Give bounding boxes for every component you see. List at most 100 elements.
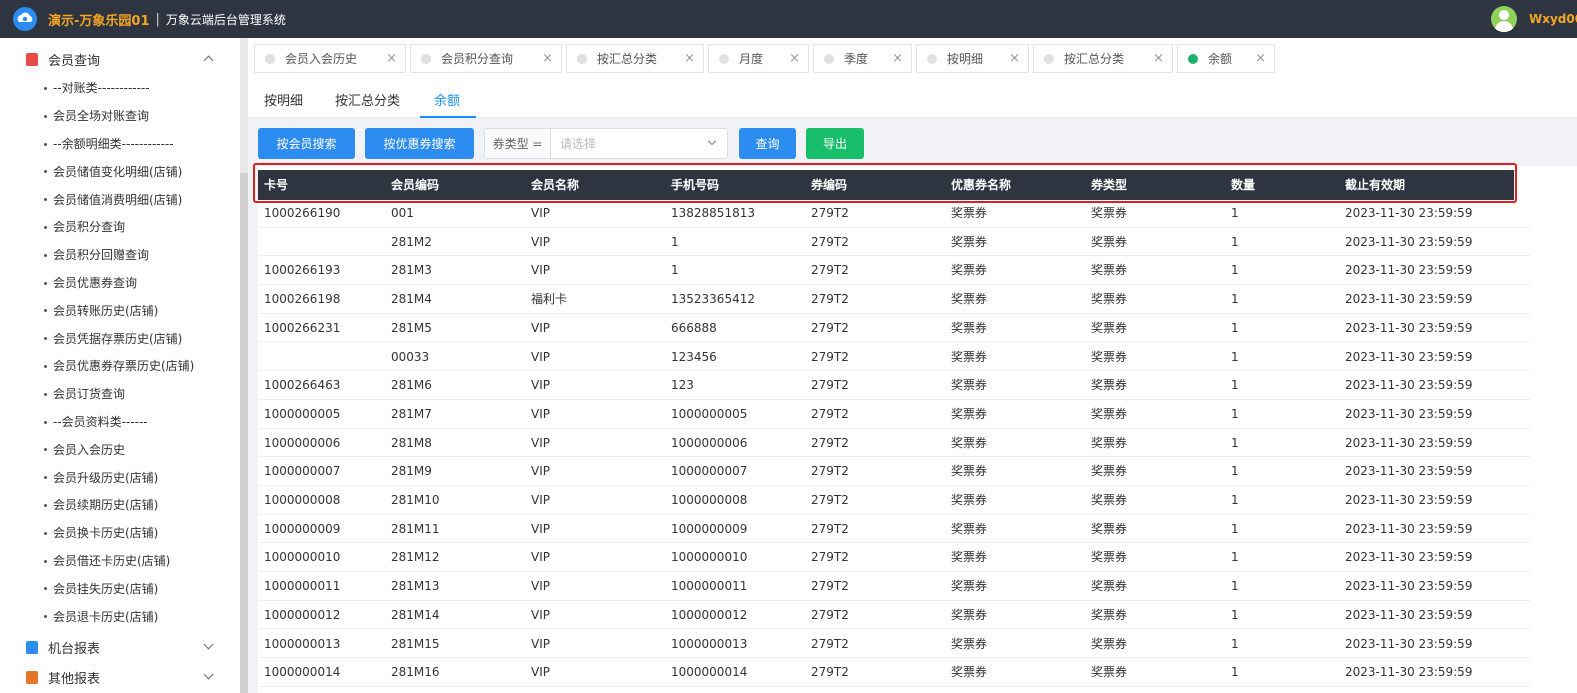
coupon-type-placeholder[interactable]: 请选择 — [560, 135, 596, 152]
table-row[interactable]: 1000000008 281M10 VIP 1000000008 279T2 奖票券 奖票券… — [258, 486, 1530, 515]
table-cell: 奖票券 — [1091, 435, 1128, 450]
app-name[interactable]: 演示-万象乐园01 — [48, 10, 150, 29]
sidebar-item[interactable]: 会员升级历史(店铺) — [0, 463, 240, 491]
page-tab[interactable]: 按汇总分类 × — [566, 44, 704, 73]
page-tab[interactable]: 余额 × — [1177, 44, 1275, 73]
table-cell: 1000266231 — [264, 320, 341, 335]
sidebar-item[interactable]: --余额明细类------------ — [0, 130, 240, 158]
sidebar-item[interactable]: 会员换卡历史(店铺) — [0, 519, 240, 547]
close-icon[interactable]: × — [789, 51, 800, 66]
close-icon[interactable]: × — [1009, 51, 1020, 66]
table-cell: 2023-11-30 23:59:59 — [1345, 607, 1473, 622]
sidebar-item[interactable]: 会员退卡历史(店铺) — [0, 602, 240, 630]
chevron-down-icon[interactable] — [203, 639, 214, 650]
table-row[interactable]: 1000000013 281M15 VIP 1000000013 279T2 奖票券 奖票券… — [258, 630, 1530, 659]
table-row[interactable]: 1000000011 281M13 VIP 1000000011 279T2 奖票券 奖票券… — [258, 572, 1530, 601]
table-row[interactable]: 1000000007 281M9 VIP 1000000007 279T2 奖票券 奖票券 1… — [258, 457, 1530, 486]
page-tab[interactable]: 会员积分查询 × — [410, 44, 562, 73]
sidebar-item[interactable]: 会员续期历史(店铺) — [0, 491, 240, 519]
sidebar-item[interactable]: 会员储值变化明细(店铺) — [0, 157, 240, 185]
table-cell: VIP — [531, 493, 550, 507]
sidebar-item[interactable]: 会员优惠券存票历史(店铺) — [0, 352, 240, 380]
sidebar-item[interactable]: 会员订货查询 — [0, 380, 240, 408]
sidebar-group-other-report[interactable]: 其他报表 — [0, 663, 240, 691]
table-row[interactable]: 1000000014 281M16 VIP 1000000014 279T2 奖票券 奖票券… — [258, 658, 1530, 687]
table-cell: 1000000013 — [264, 636, 341, 651]
table-cell: 00033 — [391, 349, 430, 364]
coupon-type-select[interactable]: 券类型 = 请选择 — [484, 128, 728, 159]
username[interactable]: Wxyd000 — [1529, 12, 1577, 26]
table-cell: 奖票券 — [951, 636, 988, 651]
sidebar-item[interactable]: 会员全场对账查询 — [0, 102, 240, 130]
close-icon[interactable]: × — [1153, 51, 1164, 66]
sidebar-item[interactable]: 会员储值消费明细(店铺) — [0, 185, 240, 213]
table-cell: 奖票券 — [951, 406, 988, 421]
sidebar-item[interactable]: 会员入会历史 — [0, 435, 240, 463]
sidebar-group-member-query[interactable]: 会员查询 — [0, 45, 240, 73]
table-cell: VIP — [531, 206, 550, 220]
table-cell: 281M16 — [391, 665, 440, 680]
table-row[interactable]: 1000266193 281M3 VIP 1 279T2 奖票券 奖票券 1 2023-11-3… — [258, 256, 1530, 286]
table-cell: 2023-11-30 23:59:59 — [1345, 320, 1473, 335]
table-cell: 1 — [1231, 234, 1239, 249]
sidebar-item[interactable]: 会员转账历史(店铺) — [0, 296, 240, 324]
table-cell: 1000000006 — [264, 435, 341, 450]
system-title: 万象云端后台管理系统 — [165, 12, 286, 27]
chevron-up-icon[interactable] — [203, 55, 214, 66]
page-tab[interactable]: 会员入会历史 × — [254, 44, 406, 73]
sidebar-item-label: 会员优惠券查询 — [53, 275, 138, 290]
sidebar-item[interactable]: 会员积分查询 — [0, 213, 240, 241]
table-cell: 奖票券 — [951, 665, 988, 680]
tab-label: 按汇总分类 — [1064, 52, 1125, 66]
table-cell: 奖票券 — [1091, 349, 1128, 364]
table-row[interactable]: 1000000009 281M11 VIP 1000000009 279T2 奖票券 奖票券… — [258, 515, 1530, 544]
page-tab[interactable]: 月度 × — [708, 44, 809, 73]
table-row[interactable]: 1000000006 281M8 VIP 1000000006 279T2 奖票券 奖票券 1… — [258, 429, 1530, 458]
query-button[interactable]: 查询 — [739, 128, 796, 159]
export-button[interactable]: 导出 — [806, 128, 864, 159]
sidebar-item[interactable]: --对账类------------ — [0, 74, 240, 102]
table-cell: 1000000011 — [264, 579, 341, 594]
page-tab[interactable]: 按汇总分类 × — [1033, 44, 1173, 73]
sidebar-group-machine-report[interactable]: 机台报表 — [0, 633, 240, 661]
table-row[interactable]: 1000266198 281M4 福利卡 13523365412 279T2 奖票券 奖票券… — [258, 285, 1530, 314]
table-row[interactable]: 281M2 VIP 1 279T2 奖票券 奖票券 1 2023-11-30 23:59:59 — [258, 228, 1530, 257]
close-icon[interactable]: × — [542, 51, 553, 66]
sidebar-item[interactable]: 会员挂失历史(店铺) — [0, 574, 240, 602]
table-row[interactable]: 1000266463 281M6 VIP 123 279T2 奖票券 奖票券 1 2023-11… — [258, 371, 1530, 400]
close-icon[interactable]: × — [386, 51, 397, 66]
sidebar-scrollbar-thumb[interactable] — [240, 173, 248, 693]
table-row[interactable]: 1000000010 281M12 VIP 1000000010 279T2 奖票券 奖票券… — [258, 543, 1530, 573]
table-row[interactable]: 1000000005 281M7 VIP 1000000005 279T2 奖票券 奖票券 1… — [258, 400, 1530, 429]
subtab-summary[interactable]: 按汇总分类 — [335, 90, 400, 109]
page-tab[interactable]: 季度 × — [813, 44, 912, 73]
table-cell: 奖票券 — [1091, 206, 1128, 220]
sidebar-item[interactable]: 会员优惠券查询 — [0, 269, 240, 297]
table-row[interactable]: 1000000012 281M14 VIP 1000000012 279T2 奖票券 奖票券… — [258, 601, 1530, 630]
table-cell: 281M11 — [391, 521, 440, 536]
table-cell: VIP — [531, 234, 550, 249]
subtab-detail[interactable]: 按明细 — [264, 90, 303, 109]
chevron-down-icon[interactable] — [203, 669, 214, 680]
sidebar-item[interactable]: 会员借还卡历史(店铺) — [0, 547, 240, 575]
sidebar-item-label: 会员储值消费明细(店铺) — [53, 192, 183, 207]
user-menu[interactable]: Wxyd000 — [1491, 0, 1577, 38]
user-avatar-icon[interactable] — [1491, 6, 1517, 32]
sidebar-item[interactable]: --会员资料类------ — [0, 408, 240, 436]
table-cell: 奖票券 — [1091, 550, 1128, 565]
table-row[interactable]: 1000266190 001 VIP 13828851813 279T2 奖票券 奖票券 1 2… — [258, 199, 1530, 228]
table-cell: VIP — [531, 636, 550, 651]
close-icon[interactable]: × — [684, 51, 695, 66]
search-by-coupon-button[interactable]: 按优惠券搜索 — [365, 128, 474, 159]
search-by-member-button[interactable]: 按会员搜索 — [258, 128, 355, 159]
sidebar-item[interactable]: 会员积分回赠查询 — [0, 241, 240, 269]
table-row[interactable]: 1000266231 281M5 VIP 666888 279T2 奖票券 奖票券 1 2023… — [258, 314, 1530, 343]
close-icon[interactable]: × — [892, 51, 903, 66]
chevron-down-icon[interactable] — [707, 136, 717, 146]
sidebar-item[interactable]: 会员凭据存票历史(店铺) — [0, 324, 240, 352]
table-row[interactable]: 00033 VIP 123456 279T2 奖票券 奖票券 1 2023-11-30 23:… — [258, 343, 1530, 372]
page-tab[interactable]: 按明细 × — [916, 44, 1029, 73]
subtab-balance[interactable]: 余额 — [434, 90, 460, 109]
close-icon[interactable]: × — [1255, 51, 1266, 66]
tab-status-dot-icon — [421, 53, 431, 64]
